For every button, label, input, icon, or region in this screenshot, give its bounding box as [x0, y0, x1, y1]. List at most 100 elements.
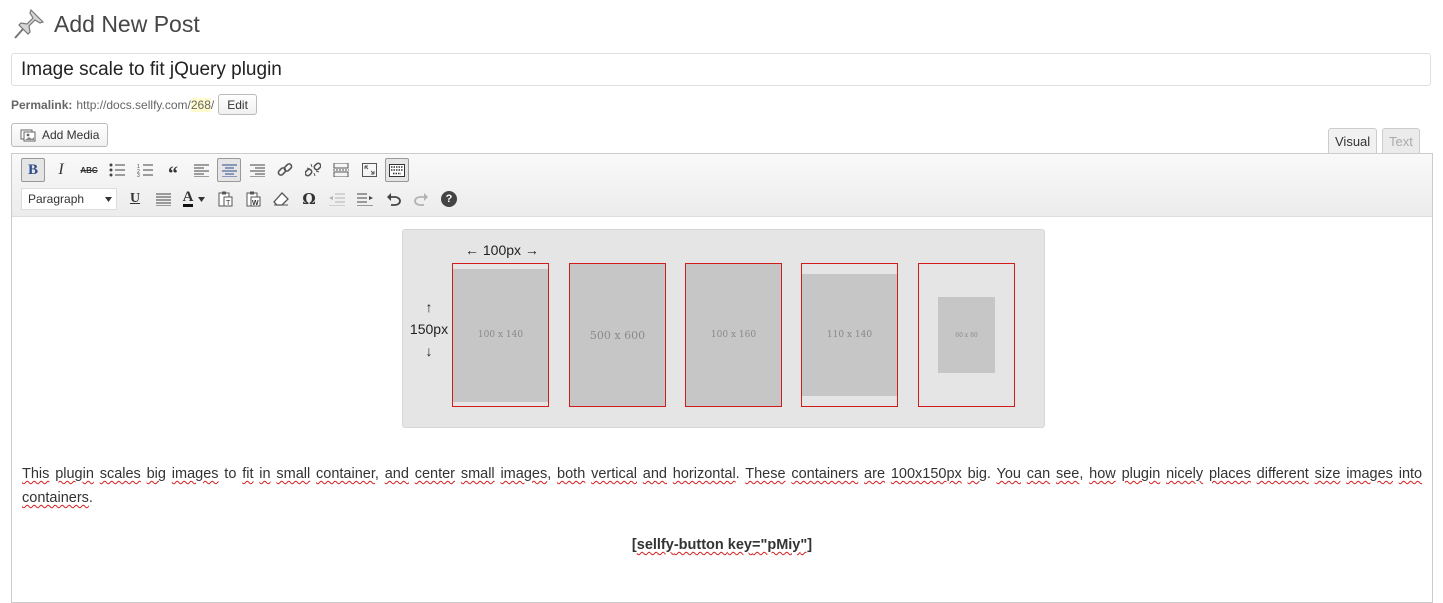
page-title: Add New Post [54, 10, 200, 37]
align-right-button[interactable] [245, 158, 269, 182]
spellcheck-word: small [276, 466, 311, 482]
text-run: to [218, 466, 243, 482]
special-character-button[interactable]: Ω [297, 187, 321, 211]
text-color-button[interactable]: A [179, 187, 209, 211]
width-label: ← 100px → [465, 242, 539, 258]
text-run: -button [673, 537, 728, 553]
justify-icon [155, 193, 171, 206]
strikethrough-icon: ABC [80, 165, 98, 175]
height-label: 150px [409, 321, 449, 337]
italic-button[interactable]: I [49, 158, 73, 182]
editor-content[interactable]: ← 100px → ↑ 150px ↓ 100 x 140 500 x 600 … [12, 217, 1432, 602]
spellcheck-word: 100x150px [890, 466, 962, 482]
fullscreen-button[interactable] [357, 158, 381, 182]
numbered-list-button[interactable]: 123 [133, 158, 157, 182]
arrow-up-icon: ↑ [425, 299, 433, 315]
post-title-input[interactable]: Image scale to fit jQuery plugin [11, 53, 1431, 86]
editor: B I ABC 123 “ Paragraph U A T W Ω ? ← 10… [11, 153, 1433, 603]
add-media-button[interactable]: Add Media [11, 123, 109, 147]
editor-toolbar: B I ABC 123 “ Paragraph U A T W Ω ? [12, 154, 1432, 217]
paste-from-word-button[interactable]: W [241, 187, 265, 211]
spellcheck-word: containers [22, 490, 89, 506]
body-paragraph: This plugin scales big images to fit in … [22, 462, 1422, 510]
permalink-edit-button[interactable]: Edit [218, 94, 257, 115]
link-icon [277, 163, 293, 176]
sample-image: 60 x 80 [938, 297, 995, 373]
spellcheck-word: both [557, 466, 586, 482]
spellcheck-word: images [500, 466, 548, 482]
tab-visual[interactable]: Visual [1328, 128, 1378, 154]
spellcheck-word: in [259, 466, 271, 482]
bullet-list-icon [109, 163, 125, 177]
sample-image: 500 x 600 [570, 264, 665, 406]
paste-as-text-button[interactable]: T [213, 187, 237, 211]
spellcheck-word: plugin [1121, 466, 1161, 482]
format-select[interactable]: Paragraph [21, 188, 117, 210]
unlink-button[interactable] [301, 158, 325, 182]
spellcheck-word: how [1089, 466, 1116, 482]
undo-button[interactable] [381, 187, 405, 211]
strikethrough-button[interactable]: ABC [77, 158, 101, 182]
outdent-button[interactable] [325, 187, 349, 211]
bullet-list-button[interactable] [105, 158, 129, 182]
svg-text:3: 3 [137, 173, 140, 177]
spellcheck-word: and [384, 466, 409, 482]
permalink-suffix: / [210, 97, 215, 112]
tab-text[interactable]: Text [1382, 128, 1420, 154]
spellcheck-word: images [171, 466, 219, 482]
image-container: 100 x 140 [452, 263, 549, 407]
permalink-slug[interactable]: 268 [190, 97, 211, 112]
keyboard-icon [389, 163, 405, 177]
page-header: Add New Post [12, 6, 200, 42]
spellcheck-word: fit [242, 466, 254, 482]
spellcheck-word: big [967, 466, 987, 482]
undo-icon [386, 193, 401, 206]
toolbar-toggle-button[interactable] [385, 158, 409, 182]
height-label-group: ↑ 150px ↓ [409, 296, 449, 362]
spellcheck-word: see [1055, 466, 1080, 482]
text-color-icon: A [182, 189, 194, 207]
permalink-base[interactable]: http://docs.sellfy.com/ [76, 98, 191, 112]
svg-text:T: T [226, 200, 231, 207]
align-left-icon [193, 164, 209, 177]
bold-button[interactable]: B [21, 158, 45, 182]
demo-image: ← 100px → ↑ 150px ↓ 100 x 140 500 x 600 … [402, 229, 1045, 428]
redo-button[interactable] [409, 187, 433, 211]
indent-button[interactable] [353, 187, 377, 211]
arrow-down-icon: ↓ [425, 343, 433, 359]
toolbar-row-2: Paragraph U A T W Ω ? [21, 187, 465, 211]
spellcheck-word: containers [791, 466, 859, 482]
read-more-icon [333, 163, 349, 177]
fullscreen-icon [361, 163, 377, 177]
align-right-icon [249, 164, 265, 177]
align-center-button[interactable] [217, 158, 241, 182]
spellcheck-word: You [996, 466, 1021, 482]
spellcheck-word: This [22, 466, 50, 482]
spellcheck-word: center [414, 466, 456, 482]
image-container: 500 x 600 [569, 263, 666, 407]
text-run: , [1079, 466, 1090, 482]
help-button[interactable]: ? [437, 187, 461, 211]
image-container: 110 x 140 [801, 263, 898, 407]
blockquote-button[interactable]: “ [161, 158, 185, 185]
insert-link-button[interactable] [273, 158, 297, 182]
toolbar-row-1: B I ABC 123 “ [21, 158, 413, 185]
text-run: , [374, 466, 385, 482]
spellcheck-word: key [727, 537, 752, 553]
justify-button[interactable] [151, 187, 175, 211]
blockquote-icon: “ [168, 163, 178, 185]
read-more-button[interactable] [329, 158, 353, 182]
spellcheck-word: small [460, 466, 495, 482]
chevron-down-icon [198, 196, 206, 202]
sample-image: 110 x 140 [802, 274, 897, 396]
align-left-button[interactable] [189, 158, 213, 182]
spellcheck-word: scales [99, 466, 141, 482]
spellcheck-word: pMiy [767, 537, 801, 553]
clear-formatting-button[interactable] [269, 187, 293, 211]
eraser-icon [273, 192, 289, 206]
spellcheck-word: sellfy [636, 537, 674, 553]
underline-button[interactable]: U [123, 187, 147, 211]
format-select-value: Paragraph [28, 192, 85, 206]
paste-text-icon: T [218, 191, 232, 207]
unlink-icon [305, 162, 321, 177]
